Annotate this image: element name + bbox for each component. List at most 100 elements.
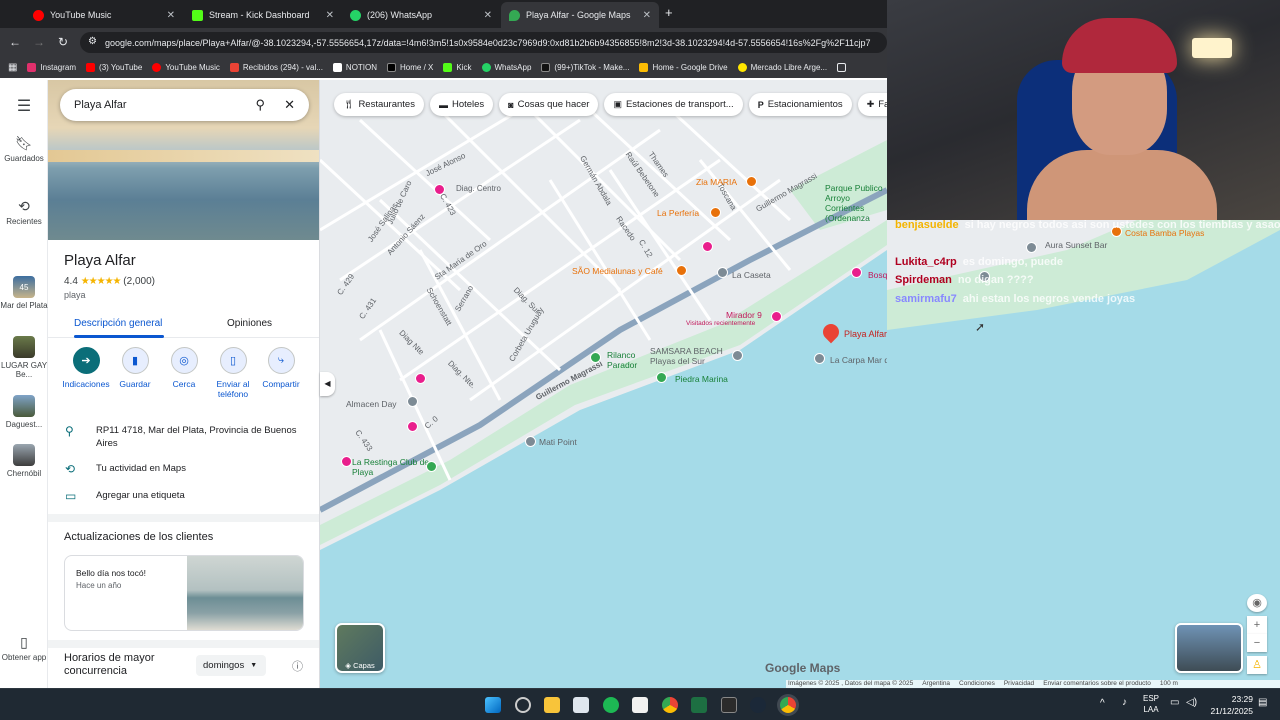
chrome-icon[interactable] [662, 697, 678, 713]
bookmark-x[interactable]: Home / X [387, 62, 433, 72]
poi-mati-point[interactable]: Mati Point [539, 437, 577, 447]
place-icon[interactable] [434, 184, 445, 195]
add-label-row[interactable]: ▭ Agregar una etiqueta [48, 489, 319, 505]
notification-icon[interactable]: ▤ [1258, 697, 1267, 708]
epic-games-icon[interactable] [721, 697, 737, 713]
rating-row[interactable]: 4.4 ★★★★★ (2,000) [64, 276, 155, 287]
reload-icon[interactable]: ↻ [51, 35, 75, 49]
bookmark-youtube[interactable]: (3) YouTube [86, 62, 142, 72]
url-field[interactable]: ⚙ google.com/maps/place/Playa+Alfar/@-38… [80, 32, 887, 53]
poi-la-restinga[interactable]: Aura Sunset Bar [1045, 240, 1115, 250]
clock[interactable]: 23:29 21/12/2025 [1205, 693, 1253, 717]
place-icon[interactable] [1026, 242, 1037, 253]
tab-youtube-music[interactable]: YouTube Music ✕ [25, 2, 183, 28]
bookmark-whatsapp[interactable]: WhatsApp [481, 62, 531, 72]
poi-playa-alfar[interactable]: Playa Alfar [844, 329, 887, 339]
rail-recent[interactable]: ⟲ Recientes [0, 198, 48, 226]
poi-sao-medialunas[interactable]: SÃO Medialunas y Café [572, 266, 663, 276]
rail-recent-lugar-gay[interactable]: LUGAR GAY Be... [0, 336, 48, 379]
site-info-icon[interactable]: ⚙ [88, 36, 97, 47]
windows-start-icon[interactable] [485, 697, 501, 713]
back-icon[interactable]: ← [3, 35, 27, 49]
file-explorer-icon[interactable] [544, 697, 560, 713]
activity-row[interactable]: ⟲ Tu actividad en Maps [48, 462, 319, 478]
directions-button[interactable]: ➔ Indicaciones [62, 347, 110, 389]
poi-parque-publico[interactable]: Parque Publico Arroyo Corrientes (Ordena… [825, 183, 887, 223]
place-icon[interactable] [407, 396, 418, 407]
collapse-panel-button[interactable]: ◀ [320, 372, 335, 396]
park-icon[interactable] [656, 372, 667, 383]
place-icon[interactable] [732, 350, 743, 361]
tab-whatsapp[interactable]: (206) WhatsApp ✕ [342, 2, 500, 28]
search-icon[interactable] [515, 697, 531, 713]
close-icon[interactable]: ✕ [284, 97, 295, 113]
poi-zia-maria[interactable]: Zia MARIA [696, 177, 737, 187]
bookmark-notion[interactable]: NOTION [332, 62, 377, 72]
chip-things-to-do[interactable]: ◙ Cosas que hacer [499, 93, 599, 116]
microphone-icon[interactable]: ♪ [1122, 697, 1127, 708]
nearby-button[interactable]: ◎ Cerca [160, 347, 208, 389]
save-button[interactable]: ▮ Guardar [111, 347, 159, 389]
bookmark-mercado-libre[interactable]: Mercado Libre Arge... [737, 62, 827, 72]
poi-almacen-day[interactable]: Almacen Day [346, 399, 397, 409]
layers-button[interactable]: ◈ Capas [335, 623, 385, 673]
chip-restaurants[interactable]: 🍴︎ Restaurantes [334, 93, 424, 116]
excel-icon[interactable] [691, 697, 707, 713]
tray-expand-icon[interactable]: ^ [1100, 698, 1105, 709]
close-tab-icon[interactable]: ✕ [167, 10, 175, 21]
send-to-phone-button[interactable]: ▯ Enviar al teléfono [209, 347, 257, 399]
place-type[interactable]: playa [64, 290, 86, 300]
shopping-icon[interactable] [702, 241, 713, 252]
poi-la-caseta[interactable]: La Caseta [732, 270, 771, 280]
close-tab-icon[interactable]: ✕ [326, 10, 334, 21]
map-canvas-right[interactable]: Aura Sunset Bar Costa Bamba Playas [887, 220, 1280, 688]
place-icon[interactable] [415, 373, 426, 384]
bookmark-tiktok[interactable]: (99+)TikTok - Make... [541, 62, 629, 72]
rail-saved[interactable]: 🔖︎ Guardados [0, 135, 48, 163]
bookmark-gmail[interactable]: Recibidos (294) - val... [229, 62, 323, 72]
language-indicator[interactable]: ESP LAA [1143, 693, 1159, 715]
map-canvas[interactable]: José Alonso Diag. Centro Julio de Caro C… [320, 80, 887, 688]
place-icon[interactable] [814, 353, 825, 364]
search-icon[interactable]: ⚲ [255, 97, 265, 113]
network-icon[interactable]: ▭ [1170, 697, 1179, 708]
tab-overview[interactable]: Descripción general [74, 318, 162, 329]
app-icon[interactable] [632, 697, 648, 713]
chip-transit[interactable]: ▣ Estaciones de transport... [604, 93, 743, 116]
pegman-icon[interactable]: ♙ [1247, 656, 1267, 674]
customer-update-card[interactable]: Bello día nos tocó! Hace un año [64, 555, 304, 631]
poi-rilanco-parador[interactable]: Rilanco Parador [607, 350, 647, 370]
park-icon[interactable] [590, 352, 601, 363]
volume-icon[interactable]: ◁) [1186, 697, 1197, 708]
close-tab-icon[interactable]: ✕ [643, 10, 651, 21]
poi-la-perferia[interactable]: La Perfería [657, 208, 699, 218]
apps-grid-icon[interactable]: ▦ [8, 62, 17, 73]
restaurant-icon[interactable] [746, 176, 757, 187]
place-icon[interactable] [407, 421, 418, 432]
bookmark-instagram[interactable]: Instagram [27, 62, 76, 72]
chip-hotels[interactable]: ▬ Hoteles [429, 93, 494, 116]
street-view-thumbnail[interactable] [1175, 623, 1243, 673]
rail-get-app[interactable]: ▯ Obtener app [0, 634, 48, 662]
bookmark-youtube-music[interactable]: YouTube Music [152, 62, 220, 72]
bookmark-google-drive[interactable]: Home - Google Drive [639, 62, 728, 72]
place-icon[interactable] [717, 267, 728, 278]
chrome-active-icon[interactable] [780, 697, 796, 713]
zoom-out-button[interactable]: − [1247, 634, 1267, 652]
restaurant-icon[interactable] [710, 207, 721, 218]
steam-icon[interactable] [750, 697, 766, 713]
place-icon[interactable] [341, 456, 352, 467]
my-location-icon[interactable]: ◉ [1247, 594, 1267, 612]
place-icon[interactable] [525, 436, 536, 447]
forward-icon[interactable]: → [27, 35, 51, 49]
place-icon[interactable] [851, 267, 862, 278]
viewpoint-icon[interactable] [771, 311, 782, 322]
rail-recent-mar-del-plata[interactable]: 45 Mar del Plata [0, 276, 48, 310]
share-button[interactable]: ⤷ Compartir [257, 347, 305, 389]
poi-samsara-beach[interactable]: SAMSARA BEACH Playas del Sur [650, 346, 730, 366]
help-icon[interactable]: ⓘ [292, 658, 303, 674]
tab-kick-dashboard[interactable]: Stream - Kick Dashboard ✕ [184, 2, 342, 28]
spotify-icon[interactable] [603, 697, 619, 713]
poi-la-carpa[interactable]: La Carpa Mar del Plata [830, 355, 887, 365]
bookmark-kick[interactable]: Kick [443, 62, 472, 72]
